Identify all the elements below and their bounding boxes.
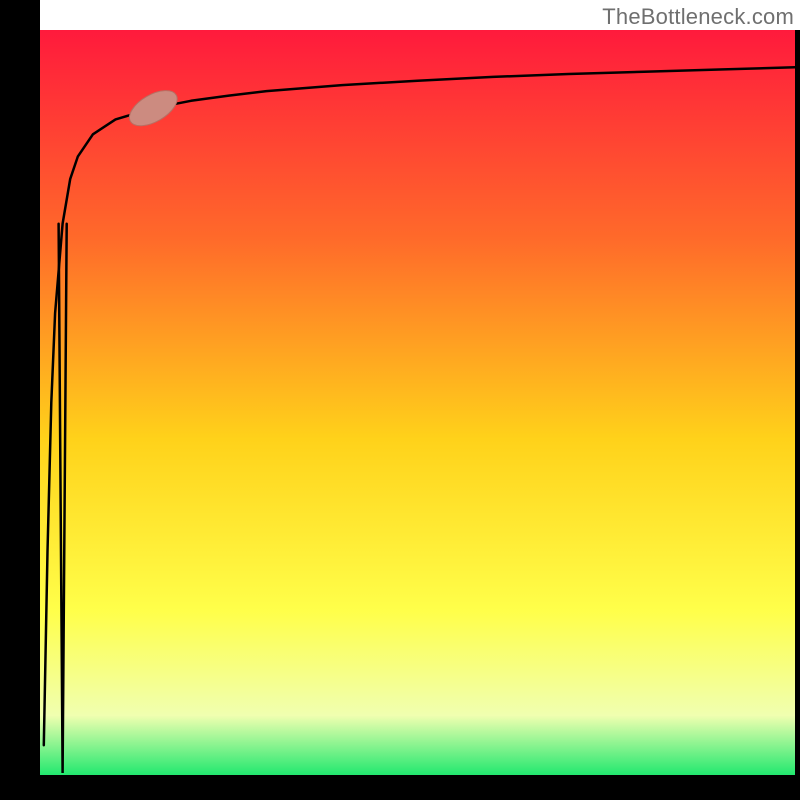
attribution-label: TheBottleneck.com <box>602 4 794 30</box>
plot-background <box>40 30 795 775</box>
chart-container: TheBottleneck.com <box>0 0 800 800</box>
axis-frame <box>795 30 800 775</box>
axis-frame <box>0 775 800 800</box>
chart-svg <box>0 0 800 800</box>
axis-frame <box>0 0 40 800</box>
